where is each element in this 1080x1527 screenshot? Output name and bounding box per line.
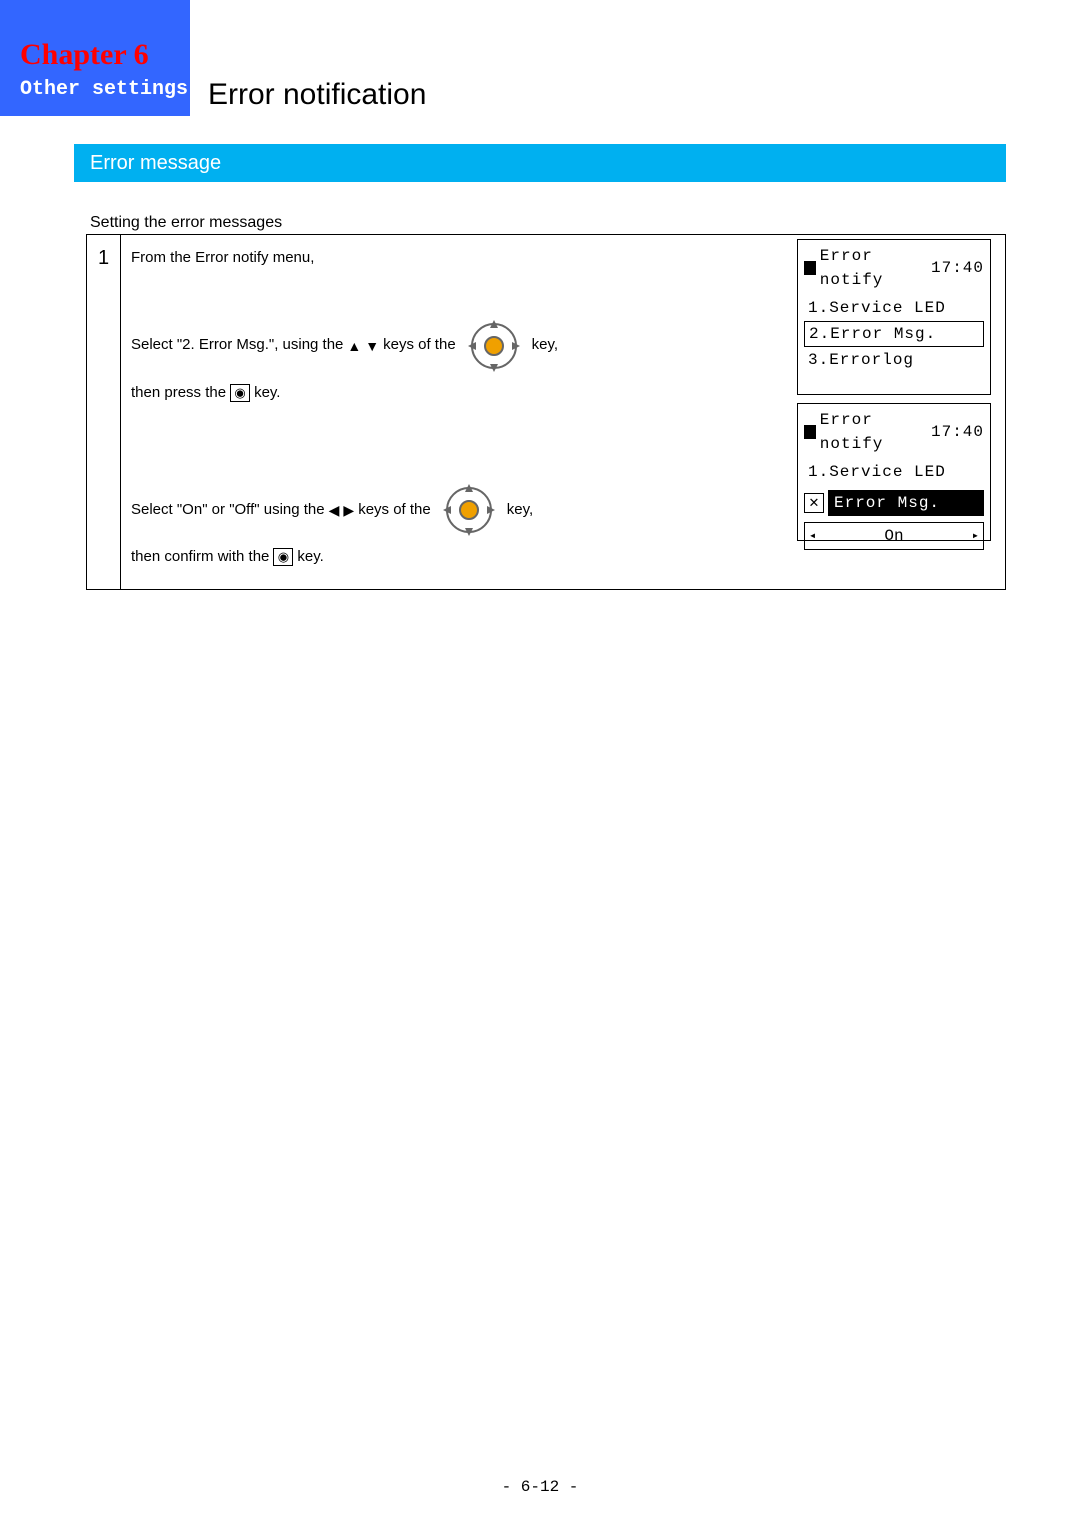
- step-text: key,: [507, 499, 533, 522]
- close-icon: ✕: [804, 493, 824, 513]
- chapter-header: Chapter 6 Other settings: [0, 0, 190, 116]
- joystick-icon: [441, 482, 497, 538]
- step-text: key.: [297, 546, 323, 569]
- lcd-selected-label: Error Msg.: [828, 490, 984, 516]
- arrow-left-icon: ◂: [809, 527, 816, 545]
- lcd-title-text: Error notify: [820, 408, 927, 456]
- step-text: From the Error notify menu,: [131, 247, 314, 270]
- lcd-item: 1.Service LED: [804, 296, 984, 320]
- square-icon: [804, 425, 816, 439]
- arrow-up-icon: ▲: [347, 339, 361, 353]
- enter-key-icon: ◉: [230, 384, 250, 402]
- lcd-title-row: Error notify 17:40: [804, 408, 984, 456]
- chapter-label: Chapter 6: [20, 38, 190, 72]
- step-text: then confirm with the: [131, 546, 269, 569]
- lcd-item: 1.Service LED: [804, 460, 984, 484]
- lcd-screen: Error notify 17:40 1.Service LED ✕ Error…: [797, 403, 991, 541]
- arrow-right-icon: ▸: [972, 527, 979, 545]
- step-text: keys of the: [383, 334, 456, 357]
- chapter-subtitle: Other settings: [20, 78, 190, 101]
- enter-key-icon: ◉: [273, 548, 293, 566]
- lcd-selected-row: ✕ Error Msg.: [804, 490, 984, 516]
- arrow-right-icon: ▶: [343, 503, 354, 517]
- lcd-value: On: [884, 524, 903, 548]
- lcd-title-row: Error notify 17:40: [804, 244, 984, 292]
- lcd-time: 17:40: [931, 256, 984, 280]
- step-text: keys of the: [358, 499, 431, 522]
- subheading: Setting the error messages: [90, 214, 282, 232]
- lcd-title-text: Error notify: [820, 244, 927, 292]
- arrow-down-icon: ▼: [365, 339, 379, 353]
- table-row: 1 From the Error notify menu, Select "2.…: [87, 235, 1006, 590]
- page-title: Error notification: [208, 78, 426, 112]
- section-title: Error message: [74, 144, 1006, 182]
- step-text: Select "On" or "Off" using the: [131, 499, 325, 522]
- step-text: key,: [532, 334, 558, 357]
- chapter-number: 6: [134, 38, 149, 71]
- steps-table: 1 From the Error notify menu, Select "2.…: [86, 234, 1006, 590]
- lcd-screen: Error notify 17:40 1.Service LED 2.Error…: [797, 239, 991, 395]
- step-number: 1: [87, 235, 121, 590]
- step-text: Select "2. Error Msg.", using the: [131, 334, 343, 357]
- arrow-left-icon: ◀: [329, 503, 340, 517]
- step-text: key.: [254, 382, 280, 405]
- lcd-value-row: ◂ On ▸: [804, 522, 984, 550]
- lcd-item: 3.Errorlog: [804, 348, 984, 372]
- joystick-icon: [466, 318, 522, 374]
- step-body: From the Error notify menu, Select "2. E…: [121, 235, 1006, 590]
- page-number: - 6-12 -: [0, 1478, 1080, 1496]
- step-text: then press the: [131, 382, 226, 405]
- square-icon: [804, 261, 816, 275]
- lcd-item-selected: 2.Error Msg.: [804, 321, 984, 347]
- chapter-word: Chapter: [20, 38, 126, 71]
- lcd-time: 17:40: [931, 420, 984, 444]
